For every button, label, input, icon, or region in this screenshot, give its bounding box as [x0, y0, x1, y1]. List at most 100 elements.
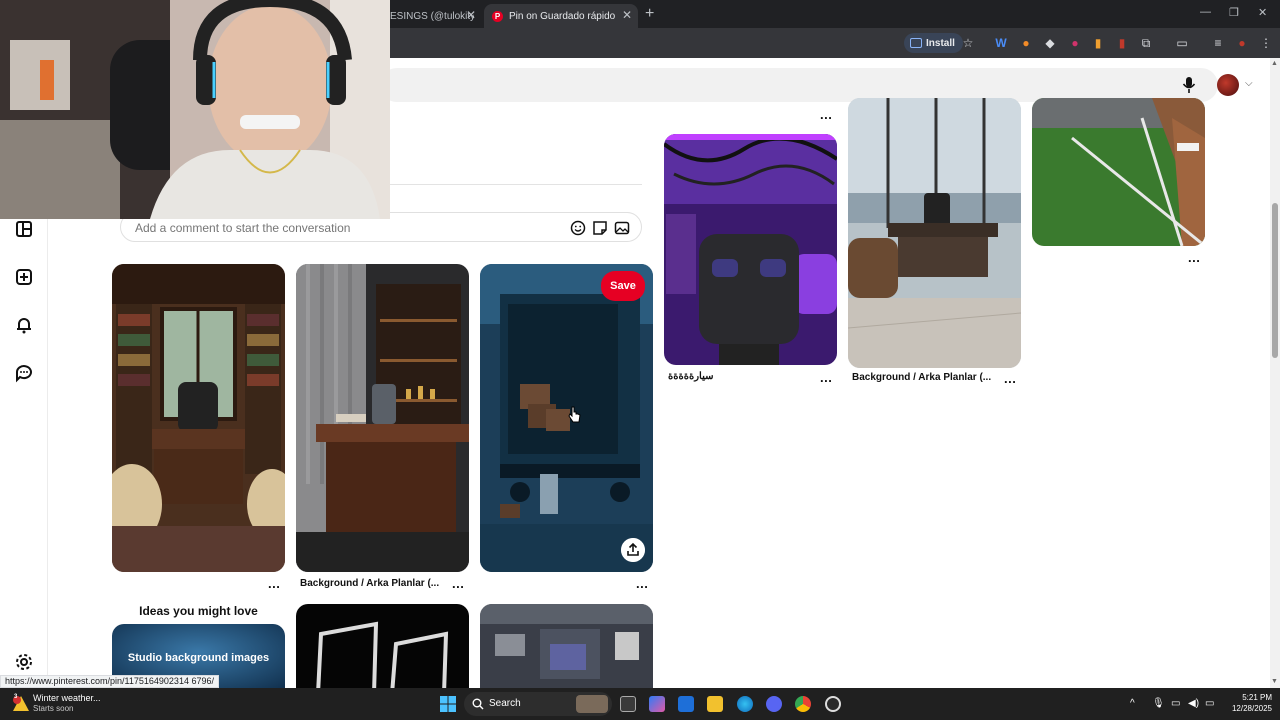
microphone-tray-icon[interactable]: 🎙 [1152, 698, 1165, 709]
search-input[interactable] [380, 68, 1218, 102]
cast-icon[interactable]: ▭ [1174, 35, 1190, 51]
chevron-down-icon[interactable]: ⌵ [1245, 78, 1253, 89]
tab-title: Pin on Guardado rápido [509, 10, 616, 22]
extension-icon[interactable]: ● [1067, 35, 1083, 51]
scrollbar-thumb[interactable] [1272, 203, 1278, 358]
browser-tab-active[interactable]: P Pin on Guardado rápido ✕ [484, 4, 638, 28]
discord-icon[interactable] [766, 696, 782, 712]
pin-image [112, 264, 285, 572]
pin-card[interactable] [664, 134, 837, 365]
webcam-video [0, 0, 390, 219]
weather-widget[interactable]: 3 Winter weather... Starts soon [12, 692, 132, 716]
pin-image [480, 264, 653, 572]
search-highlight-icon [576, 695, 608, 713]
outlook-icon[interactable] [678, 696, 694, 712]
search-icon [472, 698, 484, 710]
more-options-icon[interactable]: ... [268, 576, 280, 591]
tab-title: ESINGS (@tulokity [390, 10, 474, 22]
more-options-icon[interactable]: ... [1004, 371, 1016, 386]
pin-card[interactable] [848, 98, 1021, 368]
bookmark-star-icon[interactable]: ☆ [960, 35, 976, 51]
network-icon[interactable]: ▭ [1171, 698, 1180, 709]
status-url: https://www.pinterest.com/pin/1175164902… [0, 675, 219, 688]
minimize-icon[interactable]: — [1200, 6, 1211, 18]
new-tab-icon[interactable]: + [645, 5, 654, 23]
pin-card[interactable] [296, 264, 469, 572]
close-tab-icon[interactable]: ✕ [622, 8, 632, 22]
profile-icon[interactable]: ● [1234, 35, 1250, 51]
more-options-icon[interactable]: ... [452, 576, 464, 591]
share-upload-icon[interactable] [621, 538, 645, 562]
webcam-overlay [0, 0, 390, 219]
extension-icon[interactable]: ● [1018, 35, 1034, 51]
browser-tab[interactable]: ESINGS (@tulokity ✕ [382, 4, 482, 28]
window-close-icon[interactable]: ✕ [1258, 6, 1267, 19]
copilot-icon[interactable] [649, 696, 665, 712]
task-view-icon[interactable] [620, 696, 636, 712]
file-explorer-icon[interactable] [707, 696, 723, 712]
system-clock[interactable]: 5:21 PM 12/28/2025 [1222, 692, 1272, 714]
pin-image [296, 604, 469, 688]
close-tab-icon[interactable]: ✕ [466, 8, 476, 22]
emoji-icon[interactable] [570, 220, 586, 236]
pin-title[interactable]: سيارةةةةة [668, 371, 713, 382]
maximize-icon[interactable]: ❐ [1229, 6, 1239, 19]
battery-icon[interactable]: ▭ [1205, 698, 1214, 709]
pin-card[interactable] [1032, 98, 1205, 246]
ideas-section-title: Ideas you might love [139, 604, 258, 618]
taskbar-search-label: Search [489, 698, 521, 709]
edge-browser-icon[interactable] [737, 696, 753, 712]
extensions-puzzle-icon[interactable]: ⧉ [1138, 35, 1154, 51]
pin-card[interactable] [296, 604, 469, 688]
weather-badge: 3 [14, 694, 18, 700]
tray-overflow-chevron-icon[interactable]: ^ [1130, 698, 1135, 709]
more-options-icon[interactable]: ... [820, 107, 832, 122]
install-app-button[interactable]: Install [904, 33, 963, 53]
settings-gear-icon[interactable] [14, 652, 34, 672]
volume-icon[interactable]: ◀) [1188, 698, 1199, 709]
scroll-down-icon[interactable]: ▼ [1271, 678, 1278, 685]
extension-icon[interactable]: ◆ [1042, 35, 1058, 51]
more-options-icon[interactable]: ... [820, 370, 832, 385]
install-icon [910, 38, 922, 48]
extension-icon[interactable]: W [993, 35, 1009, 51]
create-icon[interactable] [14, 267, 34, 287]
more-options-icon[interactable]: ... [636, 576, 648, 591]
avatar[interactable] [1217, 74, 1239, 96]
menu-kebab-icon[interactable]: ⋮ [1258, 35, 1274, 51]
pin-image [1032, 98, 1205, 246]
taskbar-search[interactable]: Search [464, 692, 612, 716]
pin-card[interactable] [480, 264, 653, 572]
extension-icon[interactable]: ▮ [1114, 35, 1130, 51]
extension-icon[interactable]: ▮ [1090, 35, 1106, 51]
pin-image [480, 604, 653, 688]
save-button[interactable]: Save [601, 271, 645, 301]
boards-icon[interactable] [14, 219, 34, 239]
sticker-icon[interactable] [592, 220, 608, 236]
windows-start-icon[interactable] [440, 696, 456, 712]
pin-card[interactable] [480, 604, 653, 688]
weather-title: Winter weather... [33, 693, 101, 703]
clock-date: 12/28/2025 [1231, 704, 1272, 713]
pin-title[interactable]: Background / Arka Planlar (... [852, 372, 991, 383]
pin-image [664, 134, 837, 365]
pin-image [296, 264, 469, 572]
weather-subtitle: Starts soon [33, 704, 74, 713]
comment-placeholder: Add a comment to start the conversation [135, 221, 351, 235]
more-options-icon[interactable]: ... [1188, 250, 1200, 265]
scrollbar[interactable]: ▲ ▼ [1270, 58, 1280, 688]
scroll-up-icon[interactable]: ▲ [1271, 60, 1278, 67]
clock-time: 5:21 PM [1242, 693, 1272, 702]
pin-title[interactable]: Background / Arka Planlar (... [300, 578, 439, 589]
windows-taskbar: 3 Winter weather... Starts soon Search ^… [0, 688, 1280, 720]
microphone-icon[interactable] [1182, 76, 1196, 94]
messages-icon[interactable] [14, 363, 34, 383]
reading-list-icon[interactable]: ≡ [1210, 35, 1226, 51]
pinterest-favicon-icon: P [492, 10, 503, 22]
image-upload-icon[interactable] [614, 220, 630, 236]
app-icon[interactable] [825, 696, 841, 712]
notifications-bell-icon[interactable] [14, 315, 34, 335]
hand-cursor-icon [568, 406, 581, 423]
pin-card[interactable] [112, 264, 285, 572]
chrome-icon[interactable] [795, 696, 811, 712]
